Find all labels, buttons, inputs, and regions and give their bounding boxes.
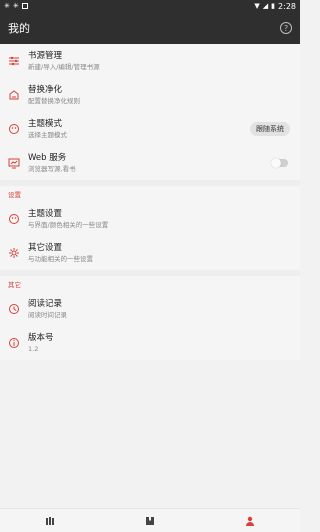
- status-right: ▼ ◢ ▮ 2:28: [254, 2, 296, 11]
- item-title: 其它设置: [28, 243, 63, 253]
- item-title: 阅读记录: [28, 299, 63, 309]
- page-title: 我的: [8, 22, 30, 35]
- settings-section: 设置 主题设置 与界面/颜色相关的一些设置 其它设置 与功能相关的一些设置: [0, 186, 300, 270]
- menu-item-theme-mode[interactable]: 主题模式 选择主题模式 跟随系统: [0, 112, 300, 146]
- bottom-navigation: [0, 508, 300, 532]
- other-section: 其它 阅读记录 阅读时间记录 版本号 1.2: [0, 276, 300, 360]
- item-title: 主题模式: [28, 119, 63, 129]
- item-subtitle: 1.2: [28, 345, 39, 353]
- explore-icon[interactable]: [144, 515, 156, 527]
- bug-icon: ✳: [4, 2, 10, 10]
- signal-icon: ◢: [262, 2, 269, 10]
- box-icon: [21, 3, 28, 9]
- section-header-settings: 设置: [8, 191, 21, 199]
- cleanup-icon: [8, 89, 20, 101]
- status-time: 2:28: [278, 1, 296, 11]
- item-title: 主题设置: [28, 209, 63, 219]
- bookshelf-icon[interactable]: [44, 515, 56, 527]
- menu-item-replace-cleanup[interactable]: 替换净化 配置替换净化规则: [0, 78, 300, 112]
- web-service-toggle[interactable]: [271, 158, 288, 168]
- item-title: 版本号: [28, 333, 54, 343]
- item-subtitle: 与界面/颜色相关的一些设置: [28, 221, 109, 229]
- section-header-other: 其它: [8, 281, 21, 289]
- status-bar: ✳ ✳ ▼ ◢ ▮ 2:28: [0, 0, 300, 12]
- menu-item-web-service[interactable]: Web 服务 浏览器写源,看书: [0, 146, 300, 180]
- help-icon[interactable]: ?: [280, 22, 292, 34]
- history-icon: [8, 303, 20, 315]
- web-icon: [8, 157, 20, 169]
- item-subtitle: 阅读时间记录: [28, 311, 67, 319]
- menu-item-theme-settings[interactable]: 主题设置 与界面/颜色相关的一些设置: [0, 202, 300, 236]
- menu-item-book-source[interactable]: 书源管理 新建/导入/编辑/管理书源: [0, 44, 300, 78]
- info-icon: [8, 337, 20, 349]
- item-subtitle: 与功能相关的一些设置: [28, 255, 93, 263]
- battery-icon: ▮: [271, 2, 276, 10]
- app-bar: 我的 ?: [0, 12, 300, 44]
- menu-item-version[interactable]: 版本号 1.2: [0, 326, 300, 360]
- theme-icon: [8, 123, 20, 135]
- item-title: 书源管理: [28, 51, 63, 61]
- item-title: 替换净化: [28, 85, 63, 95]
- item-subtitle: 选择主题模式: [28, 131, 67, 139]
- item-subtitle: 浏览器写源,看书: [28, 165, 76, 173]
- main-section: 书源管理 新建/导入/编辑/管理书源 替换净化 配置替换净化规则 主题模式 选择…: [0, 44, 300, 180]
- menu-item-reading-history[interactable]: 阅读记录 阅读时间记录: [0, 292, 300, 326]
- gear-icon: [8, 247, 20, 259]
- status-left-icons: ✳ ✳: [4, 2, 28, 10]
- wifi-icon: ▼: [254, 2, 260, 10]
- item-title: Web 服务: [28, 153, 67, 163]
- sliders-icon: [8, 55, 20, 67]
- menu-item-other-settings[interactable]: 其它设置 与功能相关的一些设置: [0, 236, 300, 270]
- item-subtitle: 新建/导入/编辑/管理书源: [28, 63, 100, 71]
- palette-icon: [8, 213, 20, 225]
- theme-mode-badge[interactable]: 跟随系统: [250, 122, 290, 136]
- person-icon[interactable]: [244, 515, 256, 527]
- bug-icon: ✳: [12, 2, 19, 10]
- item-subtitle: 配置替换净化规则: [28, 97, 80, 105]
